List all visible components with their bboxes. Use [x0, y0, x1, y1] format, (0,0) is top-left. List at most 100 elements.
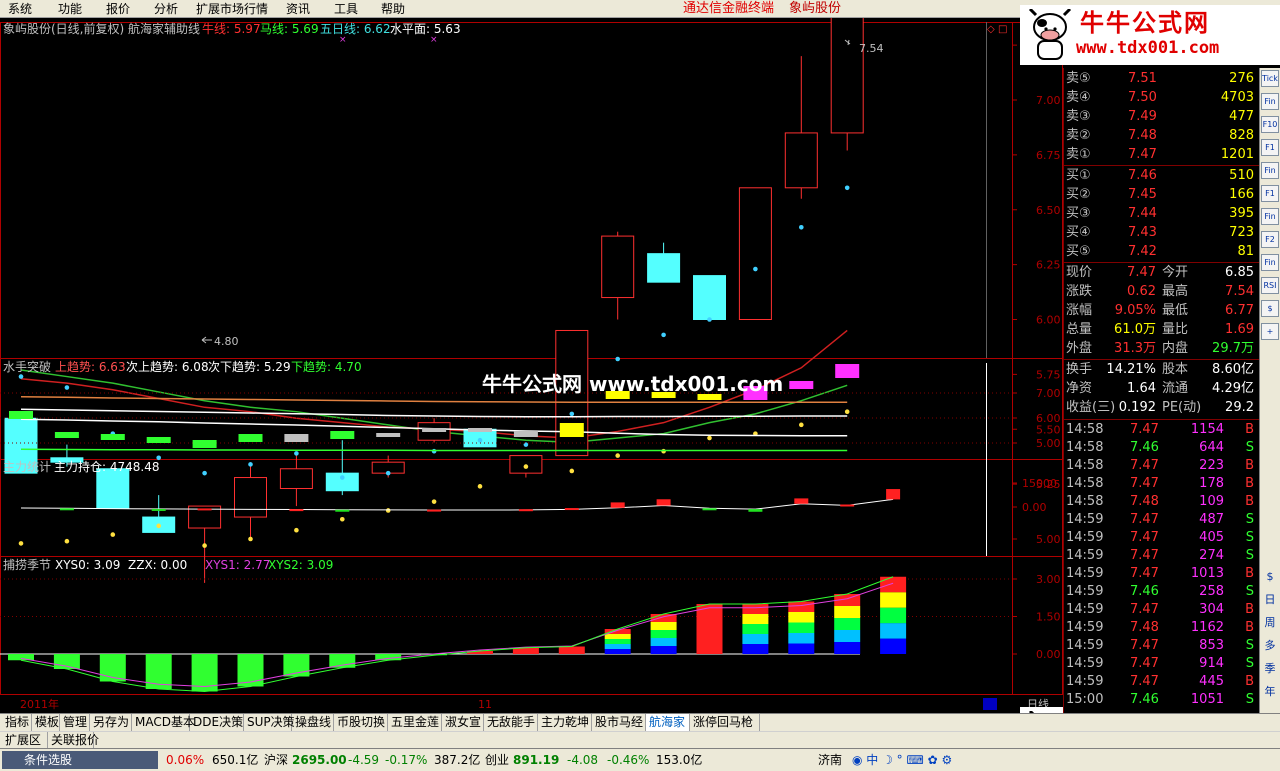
menu-news[interactable]: 资讯: [286, 1, 310, 17]
menu-tools[interactable]: 工具: [334, 1, 358, 17]
menu-help[interactable]: 帮助: [381, 1, 405, 17]
extension-tab[interactable]: 扩展区: [2, 732, 48, 749]
side-tool-icon[interactable]: 多: [1260, 637, 1280, 654]
buy-label: 买④: [1066, 225, 1091, 240]
dot-yellow: [294, 527, 299, 533]
y-tick-label: 6.00: [1036, 314, 1061, 327]
scroll-indicator[interactable]: [983, 698, 997, 710]
side-tool-icon[interactable]: 季: [1260, 660, 1280, 677]
zhuli-hold-label: 主力持仓: 4748.48: [54, 459, 159, 474]
side-tool-icon[interactable]: $: [1261, 300, 1279, 317]
hs-index-label[interactable]: 沪深: [264, 753, 288, 767]
indicator-tab[interactable]: 操盘线: [292, 714, 334, 731]
side-tool-icon[interactable]: 年: [1260, 683, 1280, 700]
dot-yellow: [156, 523, 161, 529]
indicator-tab[interactable]: 模板: [32, 714, 60, 731]
indicator-tab[interactable]: 管理: [60, 714, 90, 731]
dot-blue: [340, 475, 345, 480]
dot-yellow: [844, 409, 850, 414]
side-tool-icon[interactable]: RSI: [1261, 277, 1279, 294]
side-tool-icon[interactable]: F1: [1261, 185, 1279, 202]
menu-quote[interactable]: 报价: [106, 1, 130, 17]
tick-side: S: [1245, 584, 1254, 599]
tick-price: 7.47: [1130, 548, 1159, 563]
side-tool-icon[interactable]: $: [1260, 568, 1280, 585]
tick-price: 7.47: [1130, 656, 1159, 671]
cy-index-label[interactable]: 创业: [485, 753, 509, 767]
side-tool-icon[interactable]: Tick: [1261, 70, 1279, 87]
dot-blue: [569, 411, 575, 417]
side-tool-icon[interactable]: Fin: [1261, 254, 1279, 271]
marker-x: ×: [339, 35, 347, 45]
side-tool-icon[interactable]: F1: [1261, 139, 1279, 156]
tick-time: 14:59: [1066, 530, 1104, 545]
side-tool-icon[interactable]: +: [1261, 323, 1279, 340]
tick-price: 7.48: [1130, 620, 1159, 635]
indicator-tab[interactable]: 主力乾坤: [538, 714, 592, 731]
indicator-tab[interactable]: DDE决策: [190, 714, 244, 731]
menu-function[interactable]: 功能: [58, 1, 82, 17]
dot-yellow: [64, 538, 70, 544]
indicator-tab[interactable]: 淑女宣: [442, 714, 484, 731]
buy-row: 买④ 7.43 723: [1064, 224, 1260, 242]
tick-price: 7.47: [1130, 476, 1159, 491]
city-label: 济南: [818, 753, 843, 767]
stat-value: 7.54: [1225, 284, 1254, 299]
side-tool-icon[interactable]: Fin: [1261, 162, 1279, 179]
indicator-tab[interactable]: MACD基本: [132, 714, 195, 731]
zhuli-title: 主力统计: [3, 460, 51, 474]
panel-diamond-icon[interactable]: ◇: [987, 24, 995, 35]
condition-select-input[interactable]: 条件选股: [2, 751, 158, 769]
breakout-box: [422, 428, 447, 432]
indicator-tab[interactable]: 指标: [2, 714, 32, 731]
menu-ext-market[interactable]: 扩展市场行情: [196, 1, 268, 17]
sell-row: 卖④ 7.50 4703: [1064, 89, 1260, 107]
side-tool-icon[interactable]: 周: [1260, 614, 1280, 631]
indicator-tab[interactable]: 航海家: [646, 714, 690, 731]
y-tick-label: 6.00: [1036, 412, 1061, 425]
season-bar-segment: [880, 607, 907, 624]
cy-index-amount: 153.0亿: [656, 753, 703, 767]
indicator-tab[interactable]: 另存为: [90, 714, 132, 731]
season-bar-segment: [650, 646, 677, 654]
tick-price: 7.46: [1130, 440, 1159, 455]
side-toolbar: Tick Fin F10 F1 Fin F1 Fin F2 Fin RSI $ + $ 日周多季年: [1259, 68, 1280, 713]
side-tool-icon[interactable]: 日: [1260, 591, 1280, 608]
season-bar: [8, 654, 34, 661]
side-tool-icon[interactable]: Fin: [1261, 208, 1279, 225]
logo-title: 牛牛公式网: [1080, 9, 1210, 37]
stat-label: 股本: [1162, 362, 1189, 377]
side-tool-icon[interactable]: F10: [1261, 116, 1279, 133]
indicator-tab[interactable]: 股市马经: [592, 714, 646, 731]
season-bar-segment: [788, 601, 815, 612]
sell-row: 卖⑤ 7.51 276: [1064, 70, 1260, 88]
buy-volume: 723: [1229, 225, 1254, 240]
menu-analysis[interactable]: 分析: [154, 1, 178, 17]
stat-value: 29.2: [1225, 400, 1254, 415]
indicator-tab[interactable]: SUP决策: [244, 714, 295, 731]
input-method-icons[interactable]: ◉ 中 ☽ ° ⌨ ✿ ⚙: [852, 753, 952, 767]
tick-side: B: [1245, 422, 1254, 437]
chart-area[interactable]: 7.257.006.756.506.256.005.755.505.255.00…: [0, 18, 1063, 713]
tick-time: 14:59: [1066, 602, 1104, 617]
panel-close-icon[interactable]: □: [998, 24, 1007, 35]
zhuli-bar: [59, 508, 74, 511]
tick-volume: 405: [1199, 530, 1224, 545]
side-tool-icon[interactable]: Fin: [1261, 93, 1279, 110]
season-bar: [558, 646, 585, 654]
stat-row: 现价 7.47 今开 6.85: [1064, 264, 1260, 282]
menu-system[interactable]: 系统: [8, 1, 32, 17]
indicator-tab[interactable]: 涨停回马枪: [690, 714, 760, 731]
extension-tab[interactable]: 关联报价: [48, 732, 99, 749]
y-tick-label: 6.25: [1036, 259, 1061, 272]
indicator-tab[interactable]: 币股切换: [334, 714, 388, 731]
dot-yellow: [431, 499, 437, 504]
tick-time: 14:58: [1066, 494, 1104, 509]
buy-label: 买⑤: [1066, 244, 1091, 259]
season-bar-segment: [788, 622, 815, 633]
tick-volume: 178: [1199, 476, 1224, 491]
indicator-tab[interactable]: 无敌能手: [484, 714, 538, 731]
tick-row: 14:59 7.47 405 S: [1064, 529, 1260, 547]
indicator-tab[interactable]: 五里金莲: [388, 714, 442, 731]
side-tool-icon[interactable]: F2: [1261, 231, 1279, 248]
